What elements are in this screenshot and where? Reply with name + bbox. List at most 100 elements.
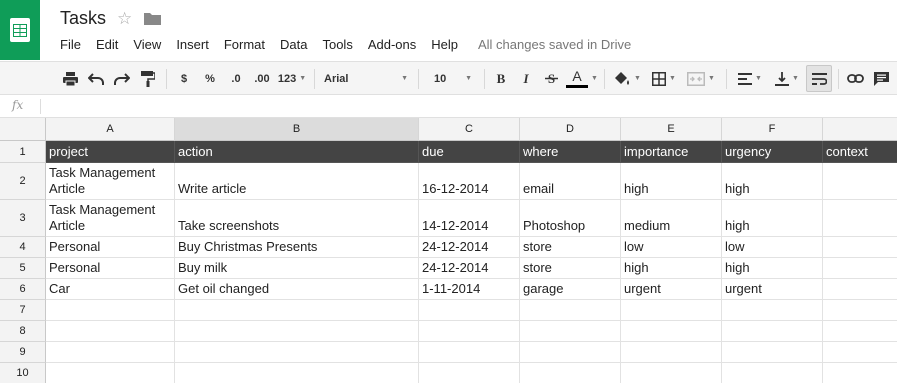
row-header-5[interactable]: 5 (0, 258, 46, 279)
merge-cells-button[interactable]: ▼ (684, 62, 718, 95)
menu-data[interactable]: Data (280, 37, 307, 52)
select-all-corner[interactable] (0, 118, 46, 141)
cell-D1[interactable]: where (520, 141, 621, 163)
format-percent-button[interactable]: % (199, 62, 221, 95)
cell-D6[interactable]: garage (520, 279, 621, 300)
row-header-3[interactable]: 3 (0, 200, 46, 237)
vertical-align-button[interactable]: ▼ (770, 62, 804, 95)
menu-add-ons[interactable]: Add-ons (368, 37, 416, 52)
format-currency-button[interactable]: $ (173, 62, 195, 95)
folder-icon[interactable] (144, 12, 161, 30)
font-family-select[interactable]: Arial ▼ (318, 62, 414, 95)
cell-F10[interactable] (722, 363, 823, 383)
cell-A3[interactable]: Task Management Article (46, 200, 175, 237)
cell-A10[interactable] (46, 363, 175, 383)
cell-F2[interactable]: high (722, 163, 823, 200)
cell-D3[interactable]: Photoshop (520, 200, 621, 237)
horizontal-align-button[interactable]: ▼ (732, 62, 768, 95)
cell-E7[interactable] (621, 300, 722, 321)
row-header-9[interactable]: 9 (0, 342, 46, 363)
cell-C9[interactable] (419, 342, 520, 363)
insert-link-button[interactable] (843, 62, 867, 95)
column-header-f[interactable]: F (722, 118, 823, 141)
cell-D8[interactable] (520, 321, 621, 342)
cell-B1[interactable]: action (175, 141, 419, 163)
cell-A1[interactable]: project (46, 141, 175, 163)
cell-A2[interactable]: Task Management Article (46, 163, 175, 200)
cell-F3[interactable]: high (722, 200, 823, 237)
redo-button[interactable] (110, 62, 134, 95)
cell-B4[interactable]: Buy Christmas Presents (175, 237, 419, 258)
cell-E3[interactable]: medium (621, 200, 722, 237)
cell-F4[interactable]: low (722, 237, 823, 258)
cell-G9[interactable] (823, 342, 897, 363)
cell-D5[interactable]: store (520, 258, 621, 279)
text-wrapping-button[interactable] (806, 65, 832, 92)
cell-G8[interactable] (823, 321, 897, 342)
cell-G1[interactable]: context (823, 141, 897, 163)
cell-G5[interactable] (823, 258, 897, 279)
cell-E1[interactable]: importance (621, 141, 722, 163)
row-header-2[interactable]: 2 (0, 163, 46, 200)
row-header-1[interactable]: 1 (0, 141, 46, 163)
cell-F1[interactable]: urgency (722, 141, 823, 163)
cell-E5[interactable]: high (621, 258, 722, 279)
menu-format[interactable]: Format (224, 37, 265, 52)
cell-E9[interactable] (621, 342, 722, 363)
menu-insert[interactable]: Insert (176, 37, 209, 52)
cell-B8[interactable] (175, 321, 419, 342)
formula-input[interactable] (48, 95, 888, 117)
cell-C10[interactable] (419, 363, 520, 383)
menu-file[interactable]: File (60, 37, 81, 52)
fill-color-button[interactable]: ▼ (610, 62, 644, 95)
cell-D2[interactable]: email (520, 163, 621, 200)
italic-button[interactable]: I (515, 62, 537, 95)
cell-E2[interactable]: high (621, 163, 722, 200)
cell-B2[interactable]: Write article (175, 163, 419, 200)
cell-G3[interactable] (823, 200, 897, 237)
font-size-select[interactable]: 10 ▼ (424, 62, 480, 95)
undo-button[interactable] (84, 62, 108, 95)
cell-C2[interactable]: 16-12-2014 (419, 163, 520, 200)
cell-B7[interactable] (175, 300, 419, 321)
menu-help[interactable]: Help (431, 37, 458, 52)
insert-comment-button[interactable] (869, 62, 893, 95)
cell-F6[interactable]: urgent (722, 279, 823, 300)
cell-G4[interactable] (823, 237, 897, 258)
cell-G2[interactable] (823, 163, 897, 200)
cell-G7[interactable] (823, 300, 897, 321)
strikethrough-button[interactable]: S (540, 62, 562, 95)
cell-D9[interactable] (520, 342, 621, 363)
cell-B10[interactable] (175, 363, 419, 383)
menu-view[interactable]: View (133, 37, 161, 52)
column-header-d[interactable]: D (520, 118, 621, 141)
cell-A5[interactable]: Personal (46, 258, 175, 279)
cell-C8[interactable] (419, 321, 520, 342)
row-header-7[interactable]: 7 (0, 300, 46, 321)
cell-D7[interactable] (520, 300, 621, 321)
save-status[interactable]: All changes saved in Drive (478, 37, 631, 52)
increase-decimal-button[interactable]: .00 (250, 62, 274, 95)
cell-C1[interactable]: due (419, 141, 520, 163)
column-header-a[interactable]: A (46, 118, 175, 141)
star-icon[interactable]: ☆ (117, 9, 132, 29)
paint-format-button[interactable] (136, 62, 160, 95)
row-header-10[interactable]: 10 (0, 363, 46, 383)
cell-C4[interactable]: 24-12-2014 (419, 237, 520, 258)
cell-A7[interactable] (46, 300, 175, 321)
row-header-8[interactable]: 8 (0, 321, 46, 342)
row-header-4[interactable]: 4 (0, 237, 46, 258)
cell-E8[interactable] (621, 321, 722, 342)
document-title[interactable]: Tasks (60, 8, 106, 29)
cell-B3[interactable]: Take screenshots (175, 200, 419, 237)
column-header-c[interactable]: C (419, 118, 520, 141)
cell-F5[interactable]: high (722, 258, 823, 279)
print-button[interactable] (58, 62, 82, 95)
decrease-decimal-button[interactable]: .0 (225, 62, 247, 95)
cell-E10[interactable] (621, 363, 722, 383)
cell-C3[interactable]: 14-12-2014 (419, 200, 520, 237)
text-color-button[interactable]: A ▼ (565, 62, 599, 95)
cell-A8[interactable] (46, 321, 175, 342)
cell-A4[interactable]: Personal (46, 237, 175, 258)
column-header-g[interactable] (823, 118, 897, 141)
